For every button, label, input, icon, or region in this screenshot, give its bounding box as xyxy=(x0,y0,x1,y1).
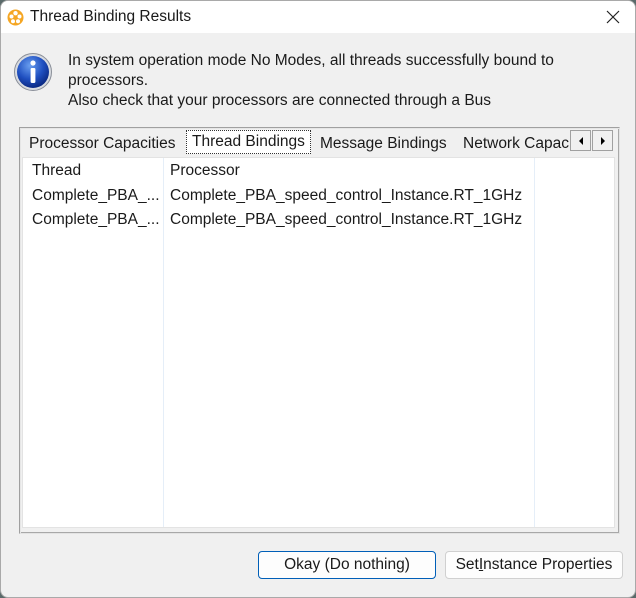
tab-thread-bindings[interactable]: Thread Bindings xyxy=(186,130,311,154)
info-icon xyxy=(14,53,52,91)
scroll-left-icon xyxy=(578,136,583,145)
table-cell-thread[interactable]: Complete_PBA_... xyxy=(32,208,160,232)
app-logo-icon xyxy=(7,9,24,26)
column-header-processor[interactable]: Processor xyxy=(170,159,240,183)
result-message: In system operation mode No Modes, all t… xyxy=(68,51,613,111)
button-label: nstance Properties xyxy=(483,556,613,573)
column-separator[interactable] xyxy=(534,158,535,527)
tab-strip: Processor Capacities Thread Bindings Mes… xyxy=(24,130,574,156)
tab-scroll-left-button[interactable] xyxy=(570,130,591,151)
button-label: Set xyxy=(455,556,479,573)
dialog-window: Thread Binding Results In system operati… xyxy=(0,0,636,598)
column-separator[interactable] xyxy=(163,158,164,527)
close-button[interactable] xyxy=(591,1,635,33)
table-cell-processor[interactable]: Complete_PBA_speed_control_Instance.RT_1… xyxy=(170,208,522,232)
table-cell-thread[interactable]: Complete_PBA_... xyxy=(32,184,160,208)
message-line: Also check that your processors are conn… xyxy=(68,92,492,109)
results-tab-folder: Processor Capacities Thread Bindings Mes… xyxy=(19,127,620,534)
column-header-thread[interactable]: Thread xyxy=(32,159,81,183)
okay-button[interactable]: Okay (Do nothing) xyxy=(258,551,436,579)
thread-bindings-table[interactable]: Thread Processor Complete_PBA_... Comple… xyxy=(23,158,614,527)
tab-scroll-right-button[interactable] xyxy=(592,130,613,151)
scroll-right-icon xyxy=(600,136,605,145)
window-title: Thread Binding Results xyxy=(30,8,192,25)
set-instance-properties-button[interactable]: Set Instance Properties xyxy=(445,551,623,579)
close-icon xyxy=(606,10,620,24)
message-line: In system operation mode No Modes, all t… xyxy=(68,52,554,69)
tab-network-capacities[interactable]: Network Capacities xyxy=(458,132,574,156)
thread-bindings-panel: Thread Processor Complete_PBA_... Comple… xyxy=(22,157,615,528)
table-cell-processor[interactable]: Complete_PBA_speed_control_Instance.RT_1… xyxy=(170,184,522,208)
message-line: processors. xyxy=(68,72,149,89)
tab-processor-capacities[interactable]: Processor Capacities xyxy=(24,132,180,156)
title-bar[interactable]: Thread Binding Results xyxy=(1,1,635,33)
tab-message-bindings[interactable]: Message Bindings xyxy=(315,132,452,156)
